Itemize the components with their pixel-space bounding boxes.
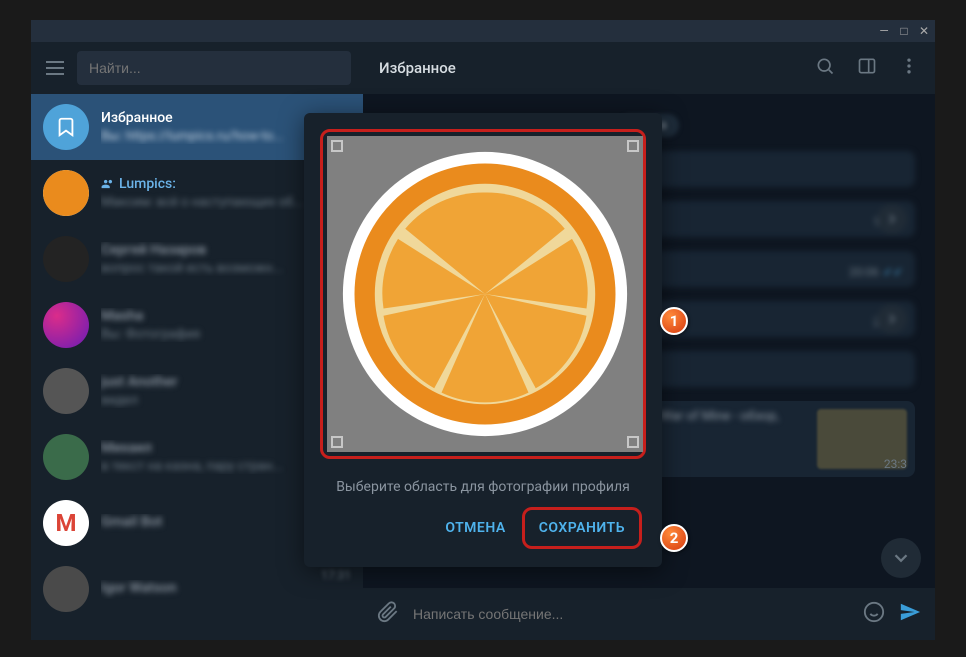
avatar <box>43 170 89 216</box>
cancel-button[interactable]: ОТМЕНА <box>435 512 515 544</box>
menu-icon[interactable] <box>43 56 67 80</box>
crop-modal: Выберите область для фотографии профиля … <box>304 113 662 567</box>
sidebar-topbar <box>31 42 363 94</box>
save-button[interactable]: СОХРАНИТЬ <box>529 512 635 544</box>
modal-instruction: Выберите область для фотографии профиля <box>304 475 662 507</box>
crop-highlight <box>320 129 646 459</box>
annotation-badge-2: 2 <box>660 524 688 552</box>
scroll-down-button[interactable] <box>881 538 921 578</box>
avatar <box>43 434 89 480</box>
goto-icon[interactable] <box>877 304 907 334</box>
main-topbar: Избранное <box>363 42 935 94</box>
message-time: 20:06✓✓ <box>849 265 903 279</box>
composer <box>363 588 935 640</box>
save-highlight: СОХРАНИТЬ <box>522 507 642 549</box>
title-bar: — □ ✕ <box>31 20 935 42</box>
avatar <box>43 236 89 282</box>
page-title: Избранное <box>379 59 456 77</box>
goto-icon[interactable] <box>877 204 907 234</box>
topbar-actions <box>815 56 919 80</box>
compose-input[interactable] <box>413 606 849 622</box>
annotation-badge-1: 1 <box>660 307 688 335</box>
search-input[interactable] <box>77 51 351 85</box>
chat-time: 17:31 <box>321 568 351 582</box>
group-icon <box>101 177 115 191</box>
modal-actions: ОТМЕНА СОХРАНИТЬ <box>304 507 662 567</box>
avatar <box>43 500 89 546</box>
profile-image[interactable] <box>340 149 630 439</box>
chat-name: Igor Watson <box>101 580 351 596</box>
minimize-button[interactable]: — <box>877 24 891 38</box>
avatar <box>43 302 89 348</box>
send-icon[interactable] <box>899 601 921 627</box>
crop-area[interactable] <box>327 136 643 452</box>
bookmark-icon <box>43 104 89 150</box>
message-time: 23:3 <box>884 457 907 471</box>
more-icon[interactable] <box>899 56 919 80</box>
avatar <box>43 566 89 612</box>
sidebar-toggle-icon[interactable] <box>857 56 877 80</box>
maximize-button[interactable]: □ <box>897 24 911 38</box>
close-button[interactable]: ✕ <box>917 24 931 38</box>
emoji-icon[interactable] <box>863 601 885 627</box>
avatar <box>43 368 89 414</box>
attach-icon[interactable] <box>377 601 399 627</box>
search-icon[interactable] <box>815 56 835 80</box>
